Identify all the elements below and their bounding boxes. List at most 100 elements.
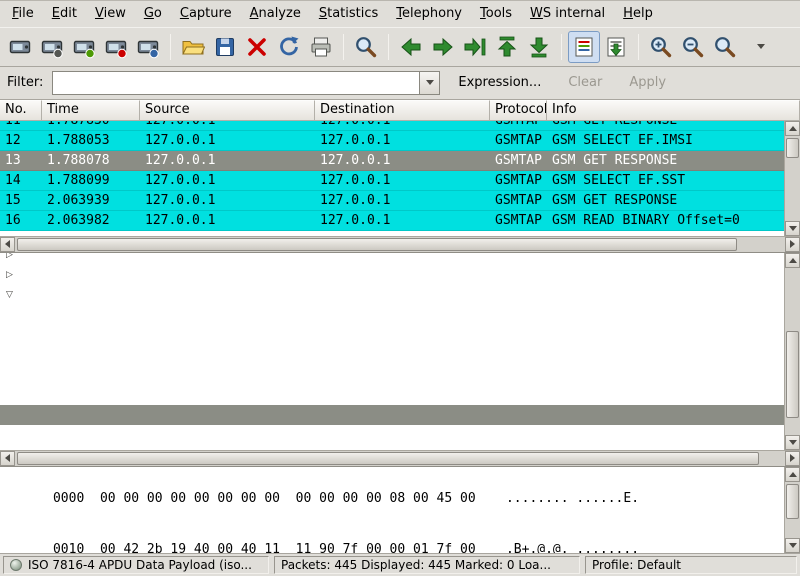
scroll-down-button[interactable]: [785, 538, 800, 553]
scrollbar-track[interactable]: [785, 268, 800, 435]
scrollbar-track[interactable]: [15, 237, 785, 252]
hex-bytes[interactable]: 00 42 2b 19 40 00 40 11 11 90 7f 00 00 0…: [100, 541, 506, 554]
apply-button[interactable]: Apply: [620, 71, 675, 94]
zoom-normal-button[interactable]: [709, 31, 741, 63]
go-to-packet-button[interactable]: [459, 31, 491, 63]
close-capture-button[interactable]: [241, 31, 273, 63]
column-header-info[interactable]: Info: [547, 100, 800, 121]
menu-ws-internal[interactable]: WS internal: [521, 2, 614, 25]
menu-telephony[interactable]: Telephony: [387, 2, 471, 25]
scroll-up-button[interactable]: [785, 467, 800, 482]
hex-ascii[interactable]: .B+.@.@. ........: [506, 542, 639, 554]
find-packet-button[interactable]: [350, 31, 382, 63]
packet-row[interactable]: 15 2.063939 127.0.0.1 127.0.0.1 GSMTAP G…: [0, 191, 784, 211]
toolbar-overflow-button[interactable]: [745, 31, 777, 63]
column-header-time[interactable]: Time: [42, 100, 140, 121]
menu-go[interactable]: Go: [135, 2, 171, 25]
go-to-top-button[interactable]: [491, 31, 523, 63]
detail-line-apdu-payload-selected[interactable]: APDU Payload: 000000096f0704001500150102…: [0, 405, 784, 425]
capture-start-button[interactable]: [68, 31, 100, 63]
packet-row-selected[interactable]: 13 1.788078 127.0.0.1 127.0.0.1 GSMTAP G…: [0, 151, 784, 171]
scroll-up-button[interactable]: [785, 121, 800, 136]
detail-line-parameter-1[interactable]: Parameter 1: 0x00: [0, 345, 784, 365]
column-header-protocol[interactable]: Protocol: [490, 100, 547, 121]
scroll-right-button[interactable]: [785, 451, 800, 466]
packet-row[interactable]: 12 1.788053 127.0.0.1 127.0.0.1 GSMTAP G…: [0, 131, 784, 151]
hex-bytes[interactable]: 00 00 00 00 00 00 00 00 00 00 00 00 08 0…: [100, 490, 506, 507]
packet-row[interactable]: 16 2.063982 127.0.0.1 127.0.0.1 GSMTAP G…: [0, 211, 784, 231]
expert-info-indicator[interactable]: [10, 559, 22, 571]
go-to-packet-icon: [463, 35, 487, 59]
menu-capture[interactable]: Capture: [171, 2, 241, 25]
hex-row[interactable]: 001000 42 2b 19 40 00 40 11 11 90 7f 00 …: [6, 524, 800, 554]
field-info-box[interactable]: ISO 7816-4 APDU Data Payload (iso...: [3, 556, 269, 574]
scrollbar-track[interactable]: [785, 136, 800, 221]
packet-list-vertical-scrollbar[interactable]: [784, 121, 800, 236]
packet-no-cell: 16: [0, 211, 42, 230]
profile-box[interactable]: Profile: Default: [585, 556, 797, 574]
save-capture-button[interactable]: [209, 31, 241, 63]
column-header-no[interactable]: No.: [0, 100, 42, 121]
scrollbar-thumb[interactable]: [786, 331, 799, 418]
capture-options-button[interactable]: [36, 31, 68, 63]
menu-file[interactable]: File: [3, 2, 43, 25]
details-vertical-scrollbar[interactable]: [784, 253, 800, 450]
clear-button[interactable]: Clear: [559, 71, 611, 94]
scroll-down-button[interactable]: [785, 435, 800, 450]
packet-time-cell: 2.063939: [42, 191, 140, 210]
packet-list-horizontal-scrollbar[interactable]: [0, 236, 800, 252]
zoom-in-button[interactable]: [645, 31, 677, 63]
detail-line-ip[interactable]: ▷ Internet Protocol, Src: 127.0.0.1 (127…: [0, 252, 784, 265]
expression-button[interactable]: Expression...: [449, 71, 550, 94]
scroll-left-button[interactable]: [0, 451, 15, 466]
go-to-bottom-button[interactable]: [523, 31, 555, 63]
hex-row[interactable]: 000000 00 00 00 00 00 00 00 00 00 00 00 …: [6, 473, 800, 524]
reload-button[interactable]: [273, 31, 305, 63]
detail-line-status-word[interactable]: Status Word: Normal ending of command wi…: [0, 425, 784, 445]
menu-statistics[interactable]: Statistics: [310, 2, 387, 25]
scrollbar-thumb[interactable]: [17, 238, 737, 251]
detail-line-length[interactable]: Length (Parameter 3): 0x0f: [0, 385, 784, 405]
detail-line-parameter-2[interactable]: Parameter 2: 0x00: [0, 365, 784, 385]
column-header-destination[interactable]: Destination: [315, 100, 490, 121]
packet-row[interactable]: 14 1.788099 127.0.0.1 127.0.0.1 GSMTAP G…: [0, 171, 784, 191]
detail-line-udp[interactable]: ▷ User Datagram Protocol, Src Port: 5229…: [0, 265, 784, 285]
scroll-right-button[interactable]: [785, 237, 800, 252]
scrollbar-track[interactable]: [785, 482, 800, 539]
packet-row[interactable]: 11 1.787830 127.0.0.1 127.0.0.1 GSMTAP G…: [0, 121, 784, 131]
scroll-down-button[interactable]: [785, 221, 800, 236]
capture-restart-button[interactable]: [132, 31, 164, 63]
menu-analyze[interactable]: Analyze: [241, 2, 310, 25]
capture-stop-button[interactable]: [100, 31, 132, 63]
menu-help[interactable]: Help: [614, 2, 662, 25]
scrollbar-thumb[interactable]: [786, 484, 799, 519]
column-header-source[interactable]: Source: [140, 100, 315, 121]
auto-scroll-button[interactable]: [600, 31, 632, 63]
details-horizontal-scrollbar[interactable]: [0, 450, 800, 466]
menu-edit[interactable]: Edit: [43, 2, 86, 25]
expander-collapsed-icon[interactable]: ▷: [6, 265, 20, 285]
detail-line-class[interactable]: Class: GSM (0xa0): [0, 305, 784, 325]
menu-tools[interactable]: Tools: [471, 2, 521, 25]
go-forward-button[interactable]: [427, 31, 459, 63]
hex-vertical-scrollbar[interactable]: [784, 467, 800, 554]
filter-input[interactable]: [52, 71, 419, 95]
scrollbar-thumb[interactable]: [17, 452, 759, 465]
expander-collapsed-icon[interactable]: ▷: [6, 252, 20, 265]
zoom-out-button[interactable]: [677, 31, 709, 63]
expander-expanded-icon[interactable]: ▽: [6, 285, 20, 305]
filter-dropdown-button[interactable]: [419, 71, 440, 95]
menu-view[interactable]: View: [86, 2, 135, 25]
hex-ascii[interactable]: ........ ......E.: [506, 491, 639, 506]
colorize-button[interactable]: [568, 31, 600, 63]
print-button[interactable]: [305, 31, 337, 63]
detail-line-instruction[interactable]: Instruction: GET RESPONSE (0xc0): [0, 325, 784, 345]
scroll-up-button[interactable]: [785, 253, 800, 268]
detail-line-gsm-sim[interactable]: ▽ GSM SIM 11.11: [0, 285, 784, 305]
scrollbar-thumb[interactable]: [786, 138, 799, 158]
go-back-button[interactable]: [395, 31, 427, 63]
open-capture-button[interactable]: [177, 31, 209, 63]
scrollbar-track[interactable]: [15, 451, 785, 466]
scroll-left-button[interactable]: [0, 237, 15, 252]
list-interfaces-button[interactable]: [4, 31, 36, 63]
